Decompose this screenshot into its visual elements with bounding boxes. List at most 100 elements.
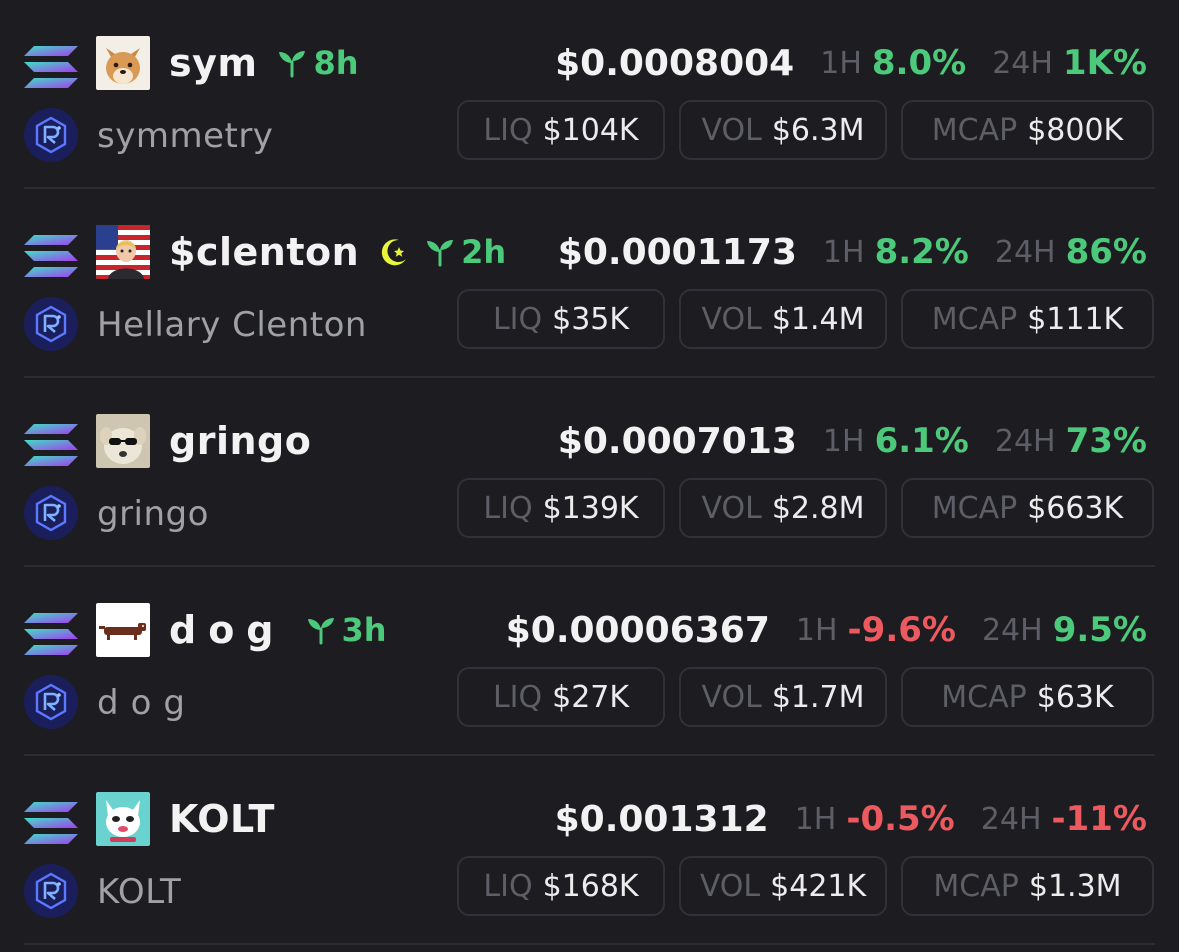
liquidity-pill: LIQ $104K [457, 100, 665, 160]
change-1h-label: 1H [822, 234, 865, 270]
raydium-icon [24, 108, 78, 162]
market-cap-label: MCAP [941, 679, 1027, 715]
token-row[interactable]: KOLT $0.001312 1H -0.5% 24H -11% KOLT LI… [0, 756, 1179, 945]
change-24h-label: 24H [994, 423, 1056, 459]
token-price: $0.0001173 [557, 231, 797, 273]
cartoon-cat-avatar [96, 792, 150, 846]
liquidity-value: $27K [552, 679, 630, 715]
market-cap-pill: MCAP $1.3M [901, 856, 1154, 916]
liquidity-label: LIQ [492, 301, 543, 337]
volume-value: $1.7M [771, 679, 865, 715]
token-ticker: $clenton [169, 230, 360, 274]
change-1h-value: 6.1% [874, 421, 969, 461]
liquidity-value: $104K [542, 112, 639, 148]
raydium-icon [24, 864, 78, 918]
dachshund-avatar [96, 603, 150, 657]
moon-star-icon [379, 237, 409, 267]
volume-pill: VOL $1.4M [679, 289, 887, 349]
token-name: gringo [97, 494, 209, 534]
market-cap-label: MCAP [931, 490, 1018, 526]
solana-icon [24, 424, 78, 466]
volume-pill: VOL $2.8M [679, 478, 887, 538]
raydium-icon [24, 486, 78, 540]
volume-label: VOL [701, 112, 762, 148]
liquidity-pill: LIQ $168K [457, 856, 665, 916]
title-line: $clenton 2h [169, 225, 506, 279]
volume-pill: VOL $421K [679, 856, 887, 916]
change-1h-label: 1H [794, 801, 837, 837]
market-cap-value: $111K [1027, 301, 1124, 337]
price-line: $0.00006367 1H -9.6% 24H 9.5% [506, 603, 1147, 657]
market-cap-label: MCAP [933, 868, 1019, 904]
change-1h-label: 1H [822, 423, 865, 459]
volume-label: VOL [701, 679, 762, 715]
title-line: sym 8h [169, 36, 359, 90]
change-24h-label: 24H [992, 45, 1053, 81]
price-line: $0.0007013 1H 6.1% 24H 73% [558, 414, 1147, 468]
volume-value: $6.3M [771, 112, 865, 148]
token-row[interactable]: gringo $0.0007013 1H 6.1% 24H 73% gringo… [0, 378, 1179, 567]
volume-pill: VOL $1.7M [679, 667, 887, 727]
market-cap-value: $63K [1036, 679, 1114, 715]
market-cap-label: MCAP [931, 112, 1018, 148]
price-line: $0.001312 1H -0.5% 24H -11% [555, 792, 1147, 846]
token-age: 3h [306, 611, 387, 649]
change-1h-value: -0.5% [846, 799, 955, 839]
change-1h-value: 8.2% [874, 232, 969, 272]
token-row[interactable]: dog 3h $0.00006367 1H -9.6% 24H 9.5% dog… [0, 567, 1179, 756]
liquidity-value: $168K [542, 868, 639, 904]
token-ticker: KOLT [169, 797, 275, 841]
change-24h-label: 24H [981, 612, 1043, 648]
raydium-icon [24, 675, 78, 729]
token-price: $0.001312 [554, 798, 769, 840]
token-age-text: 2h [461, 233, 507, 271]
token-name: KOLT [97, 872, 182, 912]
title-line: gringo [169, 414, 311, 468]
market-cap-value: $800K [1027, 112, 1124, 148]
liquidity-pill: LIQ $139K [457, 478, 665, 538]
change-24h-value: -11% [1051, 799, 1148, 839]
solana-icon [24, 613, 78, 655]
liquidity-pill: LIQ $27K [457, 667, 665, 727]
market-cap-pill: MCAP $111K [901, 289, 1154, 349]
liquidity-label: LIQ [492, 679, 543, 715]
token-age-text: 3h [341, 611, 387, 649]
market-cap-value: $663K [1027, 490, 1124, 526]
title-line: dog 3h [169, 603, 387, 657]
liquidity-value: $139K [542, 490, 639, 526]
token-name: Hellary Clenton [97, 305, 367, 345]
market-cap-pill: MCAP $800K [901, 100, 1154, 160]
change-24h-value: 9.5% [1052, 610, 1147, 650]
volume-label: VOL [699, 868, 761, 904]
change-1h-label: 1H [820, 45, 862, 81]
price-line: $0.0001173 1H 8.2% 24H 86% [558, 225, 1147, 279]
price-line: $0.0008004 1H 8.0% 24H 1K% [555, 36, 1147, 90]
volume-label: VOL [701, 490, 762, 526]
change-24h-label: 24H [994, 234, 1056, 270]
change-1h-value: -9.6% [847, 610, 956, 650]
market-cap-pill: MCAP $663K [901, 478, 1154, 538]
liquidity-label: LIQ [483, 112, 533, 148]
token-row[interactable]: sym 8h $0.0008004 1H 8.0% 24H 1K% symmet… [0, 0, 1179, 189]
change-24h-value: 73% [1065, 421, 1147, 461]
volume-value: $2.8M [771, 490, 865, 526]
title-line: KOLT [169, 792, 275, 846]
change-24h-label: 24H [980, 801, 1042, 837]
token-age: 2h [425, 233, 506, 271]
sprout-icon [277, 48, 307, 78]
solana-icon [24, 46, 78, 88]
us-flag-character-avatar [96, 225, 150, 279]
liquidity-label: LIQ [483, 490, 533, 526]
volume-pill: VOL $6.3M [679, 100, 887, 160]
volume-label: VOL [701, 301, 762, 337]
liquidity-value: $35K [552, 301, 630, 337]
token-list: sym 8h $0.0008004 1H 8.0% 24H 1K% symmet… [0, 0, 1179, 952]
change-1h-value: 8.0% [871, 43, 967, 83]
liquidity-label: LIQ [483, 868, 533, 904]
row-divider [24, 943, 1155, 945]
token-age-text: 8h [313, 44, 359, 82]
token-price: $0.0008004 [555, 42, 795, 84]
market-cap-value: $1.3M [1028, 868, 1122, 904]
change-24h-value: 1K% [1062, 43, 1147, 83]
token-row[interactable]: $clenton 2h $0.0001173 1H 8.2% 24H 86% H… [0, 189, 1179, 378]
